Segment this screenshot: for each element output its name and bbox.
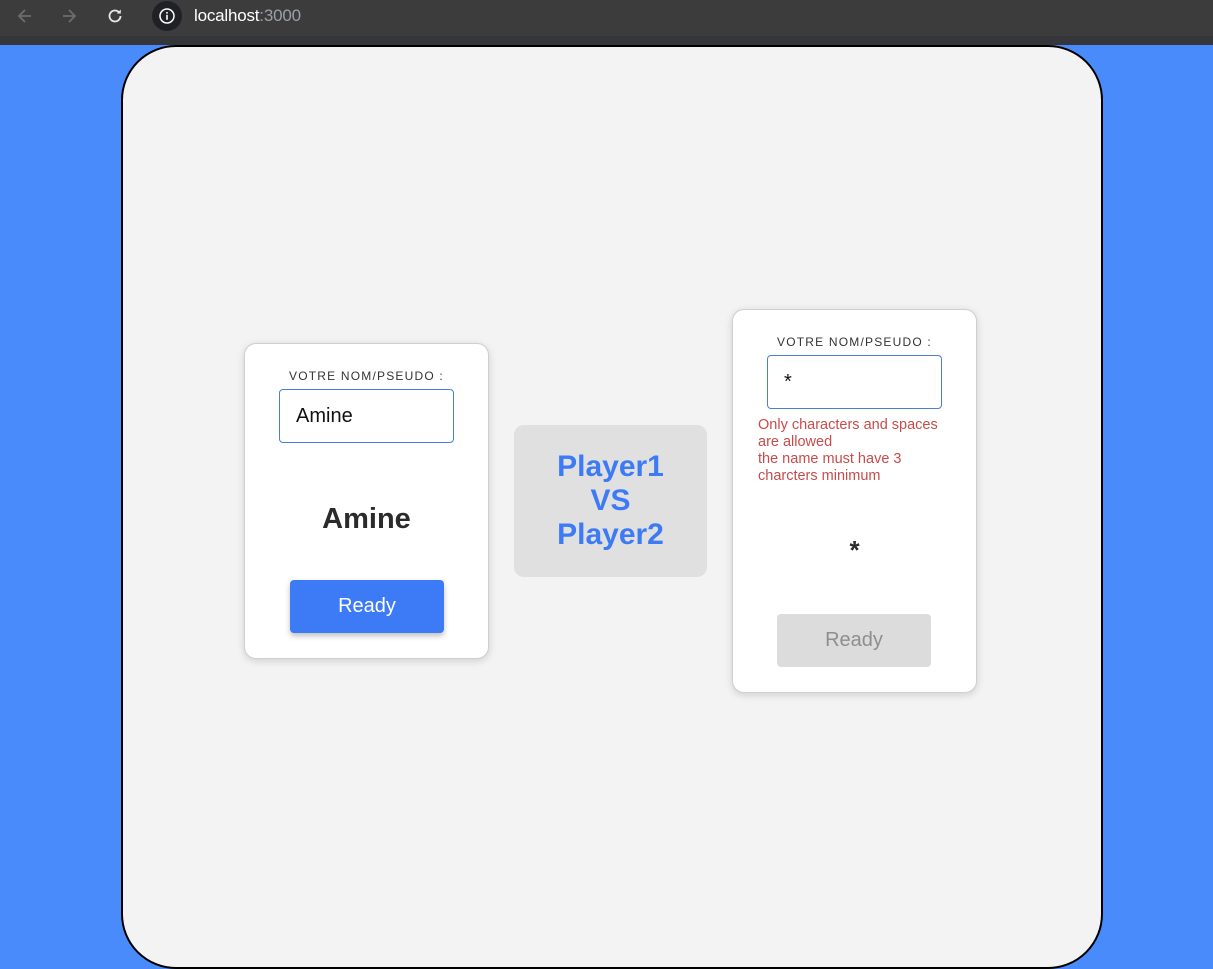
error-chars-only: Only characters and spaces are allowed bbox=[758, 417, 938, 450]
url-host: localhost bbox=[194, 6, 260, 25]
versus-vs-label: VS bbox=[590, 484, 631, 517]
player1-card: VOTRE NOM/PSEUDO : Amine Ready bbox=[244, 343, 489, 659]
player2-error-message: Only characters and spaces are allowed t… bbox=[758, 417, 958, 485]
player1-name-display: Amine bbox=[322, 503, 411, 535]
back-arrow-icon[interactable] bbox=[11, 4, 39, 28]
versus-panel: Player1 VS Player2 bbox=[514, 425, 707, 577]
info-icon[interactable] bbox=[152, 1, 182, 31]
reload-icon[interactable] bbox=[101, 4, 129, 28]
versus-player1-label: Player1 bbox=[557, 450, 664, 483]
player1-name-label: VOTRE NOM/PSEUDO : bbox=[289, 369, 444, 383]
player1-ready-button[interactable]: Ready bbox=[290, 580, 444, 633]
browser-toolbar-bottom bbox=[0, 36, 1213, 45]
address-bar[interactable]: localhost:3000 bbox=[150, 0, 1213, 32]
error-min-length: the name must have 3 charcters minimum bbox=[758, 451, 902, 484]
versus-player2-label: Player2 bbox=[557, 518, 664, 551]
player2-name-display: * bbox=[849, 535, 860, 565]
player2-card: VOTRE NOM/PSEUDO : Only characters and s… bbox=[732, 309, 977, 693]
player1-name-input[interactable] bbox=[279, 389, 454, 443]
player2-name-input[interactable] bbox=[767, 355, 942, 409]
player2-name-label: VOTRE NOM/PSEUDO : bbox=[777, 335, 932, 349]
forward-arrow-icon[interactable] bbox=[55, 4, 83, 28]
player2-ready-button[interactable]: Ready bbox=[777, 614, 931, 667]
url-text: localhost:3000 bbox=[194, 6, 301, 26]
browser-toolbar: localhost:3000 bbox=[0, 0, 1213, 36]
url-port: :3000 bbox=[259, 6, 301, 25]
